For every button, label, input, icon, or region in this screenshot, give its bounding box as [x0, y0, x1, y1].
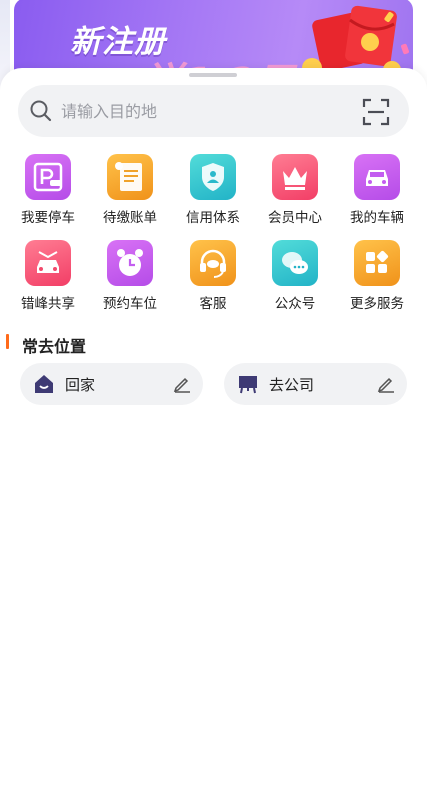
- sheet-grabber[interactable]: [189, 73, 237, 77]
- alarm-clock-icon: [107, 240, 153, 286]
- edit-icon[interactable]: [377, 375, 395, 393]
- crown-icon: [272, 154, 318, 200]
- service-reserve[interactable]: 预约车位: [95, 240, 165, 320]
- parking-icon: [25, 154, 71, 200]
- service-label: 错峰共享: [21, 296, 75, 312]
- search-bar[interactable]: [18, 85, 409, 137]
- service-label: 会员中心: [268, 210, 322, 226]
- service-label: 我的车辆: [350, 210, 404, 226]
- grid-icon: [354, 240, 400, 286]
- destination-search-input[interactable]: [61, 97, 341, 125]
- service-member[interactable]: 会员中心: [260, 154, 330, 234]
- service-label: 待缴账单: [103, 210, 157, 226]
- service-bill[interactable]: 待缴账单: [95, 154, 165, 234]
- service-label: 信用体系: [186, 210, 240, 226]
- headset-icon: [190, 240, 236, 286]
- service-customer-care[interactable]: 客服: [178, 240, 248, 320]
- edit-icon[interactable]: [173, 375, 191, 393]
- place-label: 去公司: [269, 376, 315, 394]
- place-home[interactable]: 回家: [20, 363, 203, 405]
- shield-icon: [190, 154, 236, 200]
- place-office[interactable]: 去公司: [224, 363, 407, 405]
- service-label: 更多服务: [350, 296, 404, 312]
- place-label: 回家: [65, 376, 96, 394]
- chat-icon: [272, 240, 318, 286]
- car-icon: [354, 154, 400, 200]
- scan-icon[interactable]: [362, 98, 390, 126]
- service-parking[interactable]: 我要停车: [13, 154, 83, 234]
- home-icon: [35, 375, 53, 393]
- service-row: 我要停车 待缴账单 信用体系 会员中心 我的车辆: [0, 154, 427, 234]
- frequent-places-title: 常去位置: [22, 337, 87, 356]
- service-credit[interactable]: 信用体系: [178, 154, 248, 234]
- service-my-car[interactable]: 我的车辆: [342, 154, 412, 234]
- service-label: 我要停车: [21, 210, 75, 226]
- service-label: 预约车位: [103, 296, 157, 312]
- service-label: 客服: [199, 296, 227, 312]
- bill-icon: [107, 154, 153, 200]
- service-shared[interactable]: 错峰共享: [13, 240, 83, 320]
- service-label: 公众号: [274, 296, 316, 312]
- section-accent-bar: [6, 334, 9, 349]
- service-official-account[interactable]: 公众号: [260, 240, 330, 320]
- shared-car-icon: [25, 240, 71, 286]
- bottom-sheet: 我要停车 待缴账单: [0, 68, 427, 802]
- search-icon: [30, 100, 52, 122]
- office-icon: [239, 376, 257, 394]
- service-row: 错峰共享 预约车位 客服 公众号 更多服务: [0, 240, 427, 320]
- service-more[interactable]: 更多服务: [342, 240, 412, 320]
